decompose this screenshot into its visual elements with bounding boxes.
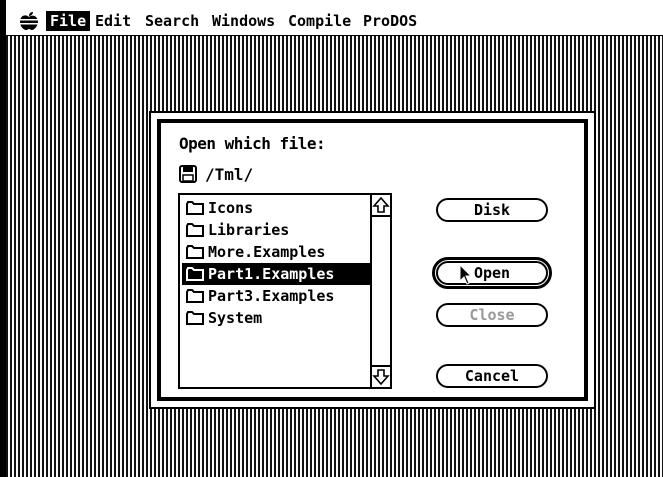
list-item-label: Icons [208,199,254,217]
dialog-frame: Open which file: /Tml/ Icons Libraries M… [157,119,588,401]
close-button[interactable]: Close [436,303,548,327]
menu-prodos[interactable]: ProDOS [359,11,421,31]
menu-file[interactable]: File [46,11,91,31]
menu-bar: File Edit Search Windows Compile ProDOS [6,8,663,37]
list-item-more-examples[interactable]: More.Examples [182,241,384,263]
open-file-dialog: Open which file: /Tml/ Icons Libraries M… [149,111,596,409]
scroll-down-arrow-icon[interactable] [372,365,390,387]
folder-icon [186,267,204,281]
mouse-pointer-icon [459,264,473,285]
menu-search[interactable]: Search [141,11,203,31]
volume-name: /Tml/ [205,164,254,184]
folder-icon [186,223,204,237]
vertical-scrollbar[interactable] [370,193,392,389]
disk-button[interactable]: Disk [436,198,548,222]
menu-compile[interactable]: Compile [284,11,355,31]
list-item-label: More.Examples [208,243,326,261]
scroll-up-arrow-icon[interactable] [372,195,390,217]
list-item-part1-examples[interactable]: Part1.Examples [182,263,384,285]
list-item-label: Part1.Examples [208,265,335,283]
folder-icon [186,289,204,303]
open-button[interactable]: Open [436,261,548,285]
folder-icon [186,311,204,325]
apple-icon[interactable] [16,11,42,31]
menu-edit[interactable]: Edit [91,11,135,31]
file-list[interactable]: Icons Libraries More.Examples Part1.Exam… [178,193,392,389]
menu-windows[interactable]: Windows [208,11,279,31]
list-item-system[interactable]: System [182,307,384,329]
cancel-button[interactable]: Cancel [436,364,548,388]
list-item-label: Part3.Examples [208,287,335,305]
list-item-icons[interactable]: Icons [182,197,384,219]
volume-path: /Tml/ [179,163,253,185]
folder-icon [186,201,204,215]
list-item-label: System [208,309,263,327]
list-item-label: Libraries [208,221,290,239]
dialog-title: Open which file: [179,134,326,153]
list-item-part3-examples[interactable]: Part3.Examples [182,285,384,307]
floppy-disk-icon [179,165,197,183]
folder-icon [186,245,204,259]
list-item-libraries[interactable]: Libraries [182,219,384,241]
